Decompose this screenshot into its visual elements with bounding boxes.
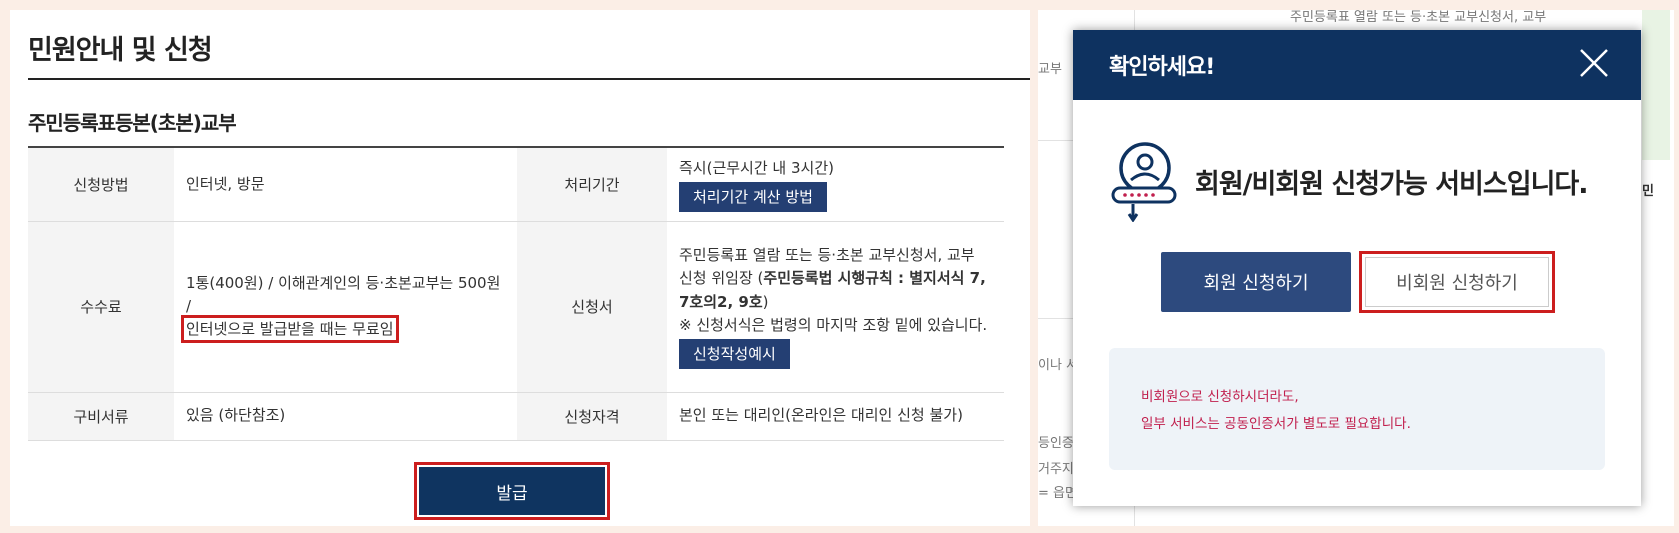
period-label: 처리기간 bbox=[517, 147, 667, 222]
table-row: 신청방법 인터넷, 방문 처리기간 즉시(근무시간 내 3시간) 처리기간 계산… bbox=[28, 147, 1004, 222]
form-value: 주민등록표 열람 또는 등·초본 교부신청서, 교부 신청 위임장 (주민등록법… bbox=[679, 244, 992, 314]
eligibility-label: 신청자격 bbox=[517, 392, 667, 441]
issue-highlight: 발급 bbox=[414, 462, 610, 520]
table-row: 수수료 1통(400원) / 이해관계인의 등·초본교부는 500원 / 인터넷… bbox=[28, 221, 1004, 393]
period-value: 즉시(근무시간 내 3시간) bbox=[679, 158, 834, 177]
guest-apply-button[interactable]: 비회원 신청하기 bbox=[1365, 257, 1549, 307]
form-cell: 주민등록표 열람 또는 등·초본 교부신청서, 교부 신청 위임장 (주민등록법… bbox=[667, 221, 1004, 393]
modal-title: 확인하세요! bbox=[1109, 55, 1215, 80]
service-info-panel: 민원안내 및 신청 주민등록표등본(초본)교부 신청방법 인터넷, 방문 처리기… bbox=[10, 10, 1030, 526]
member-apply-button[interactable]: 회원 신청하기 bbox=[1161, 252, 1351, 312]
page-title: 민원안내 및 신청 bbox=[28, 35, 213, 66]
notice-box: 비회원으로 신청하시더라도, 일부 서비스는 공동인증서가 별도로 필요합니다. bbox=[1109, 348, 1605, 470]
table-row: 구비서류 있음 (하단참조) 신청자격 본인 또는 대리인(온라인은 대리인 신… bbox=[28, 392, 1004, 441]
background-rule bbox=[1038, 318, 1078, 319]
service-title: 주민등록표등본(초본)교부 bbox=[28, 111, 237, 135]
background-text: 교부 bbox=[1038, 62, 1062, 77]
title-divider bbox=[28, 78, 1030, 80]
background-text: 민 bbox=[1642, 184, 1654, 199]
modal-message-row: 회원/비회원 신청가능 서비스입니다. bbox=[1109, 140, 1589, 222]
modal-message: 회원/비회원 신청가능 서비스입니다. bbox=[1195, 168, 1589, 200]
form-example-button[interactable]: 신청작성예시 bbox=[679, 339, 790, 369]
docs-value: 있음 (하단참조) bbox=[174, 392, 517, 441]
background-text: 주민등록표 열람 또는 등·초본 교부신청서, 교부 bbox=[1290, 10, 1547, 25]
form-label: 신청서 bbox=[517, 221, 667, 393]
confirm-modal: 확인하세요! 회원/비회원 신청가능 서비스입니다. 회원 신청하기 비회원 신… bbox=[1073, 30, 1641, 506]
fee-cell: 1통(400원) / 이해관계인의 등·초본교부는 500원 / 인터넷으로 발… bbox=[174, 221, 517, 393]
form-note: ※ 신청서식은 법령의 마지막 조항 밑에 있습니다. bbox=[679, 315, 988, 334]
background-text: 거주지 bbox=[1038, 462, 1074, 477]
form-value-close: ) bbox=[762, 292, 769, 311]
guest-highlight: 비회원 신청하기 bbox=[1359, 251, 1555, 313]
background-text: 이나 서 bbox=[1038, 358, 1079, 373]
side-banner bbox=[1642, 10, 1670, 160]
modal-header: 확인하세요! bbox=[1073, 30, 1641, 100]
fee-value-line1: 1통(400원) / 이해관계인의 등·초본교부는 500원 / bbox=[186, 273, 501, 315]
user-login-icon bbox=[1111, 142, 1177, 222]
eligibility-value: 본인 또는 대리인(온라인은 대리인 신청 불가) bbox=[667, 392, 1004, 441]
close-icon[interactable] bbox=[1577, 46, 1611, 80]
notice-line-2: 일부 서비스는 공동인증서가 별도로 필요합니다. bbox=[1141, 416, 1411, 432]
background-rule bbox=[1038, 140, 1078, 141]
method-label: 신청방법 bbox=[28, 147, 174, 222]
fee-label: 수수료 bbox=[28, 221, 174, 393]
period-calc-button[interactable]: 처리기간 계산 방법 bbox=[679, 181, 827, 212]
issue-button[interactable]: 발급 bbox=[419, 467, 605, 515]
notice-line-1: 비회원으로 신청하시더라도, bbox=[1141, 389, 1299, 405]
background-text: 등인증 bbox=[1038, 436, 1074, 451]
docs-label: 구비서류 bbox=[28, 392, 174, 441]
period-cell: 즉시(근무시간 내 3시간) 처리기간 계산 방법 bbox=[667, 147, 1004, 222]
service-info-table: 신청방법 인터넷, 방문 처리기간 즉시(근무시간 내 3시간) 처리기간 계산… bbox=[28, 146, 1004, 441]
fee-free-highlight: 인터넷으로 발급받을 때는 무료임 bbox=[181, 315, 399, 344]
method-value: 인터넷, 방문 bbox=[174, 147, 517, 222]
